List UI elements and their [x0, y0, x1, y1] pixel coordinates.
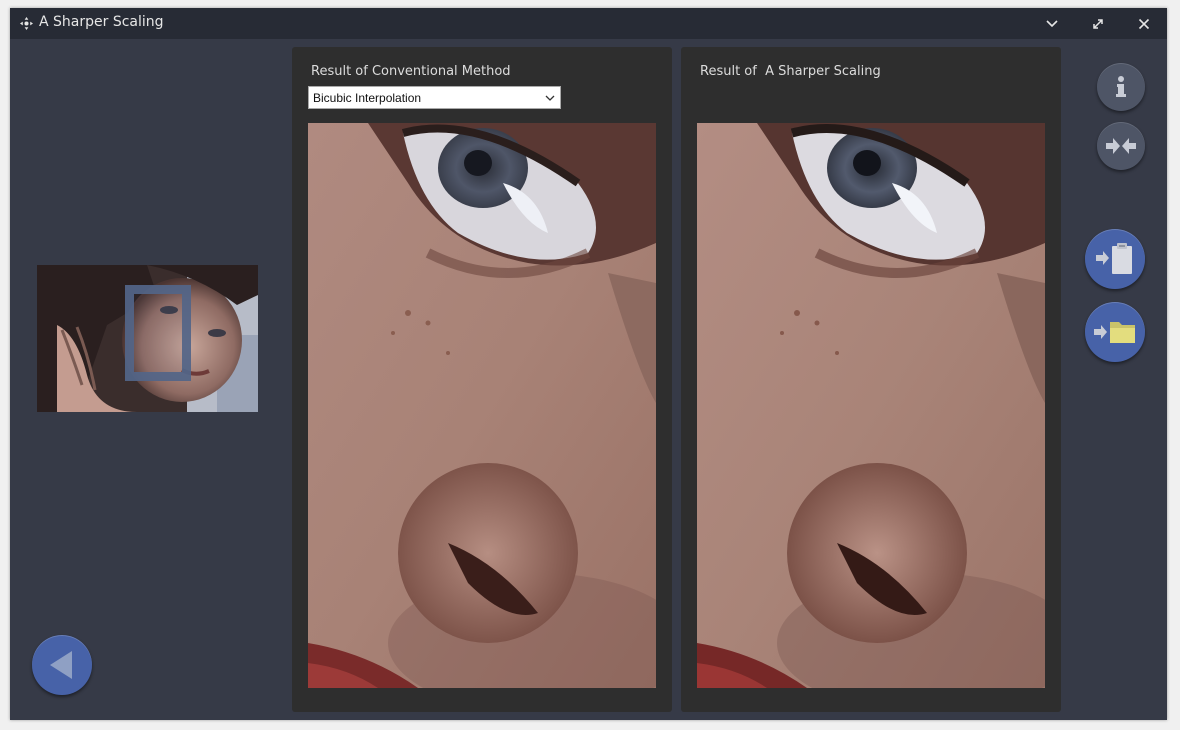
conventional-result-image — [308, 123, 656, 688]
conventional-result-panel: Result of Conventional Method Bicubic In… — [292, 47, 672, 712]
close-button[interactable] — [1134, 14, 1154, 34]
app-icon — [20, 17, 33, 30]
dropdown-selected-value: Bicubic Interpolation — [313, 91, 422, 105]
window-title: A Sharper Scaling — [39, 14, 164, 30]
chevron-down-icon — [545, 94, 555, 102]
back-arrow-icon — [50, 651, 72, 679]
maximize-button[interactable] — [1088, 14, 1108, 34]
app-window: A Sharper Scaling Result of Conventional… — [10, 8, 1167, 720]
paste-clipboard-icon — [1096, 243, 1132, 274]
interpolation-method-dropdown[interactable]: Bicubic Interpolation — [308, 86, 561, 109]
panel-title-conventional: Result of Conventional Method — [311, 64, 511, 79]
info-icon — [1116, 76, 1126, 97]
sharper-scaling-result-image — [697, 123, 1045, 688]
sharper-scaling-result-panel: Result of A Sharper Scaling — [681, 47, 1061, 712]
minimize-button[interactable] — [1042, 14, 1062, 34]
info-button[interactable] — [1097, 63, 1145, 111]
close-icon — [1138, 18, 1150, 30]
expand-icon — [1093, 19, 1103, 29]
panel-title-sharper: Result of A Sharper Scaling — [700, 64, 881, 79]
title-bar[interactable]: A Sharper Scaling — [10, 8, 1167, 39]
chevron-down-icon — [1046, 20, 1058, 28]
open-folder-icon — [1094, 322, 1135, 343]
view-selection-rectangle[interactable] — [125, 285, 191, 381]
source-thumbnail[interactable] — [37, 265, 258, 412]
back-button[interactable] — [32, 635, 92, 695]
open-file-button[interactable] — [1085, 302, 1145, 362]
paste-from-clipboard-button[interactable] — [1085, 229, 1145, 289]
compare-button[interactable] — [1097, 122, 1145, 170]
arrows-converge-icon — [1106, 138, 1136, 154]
